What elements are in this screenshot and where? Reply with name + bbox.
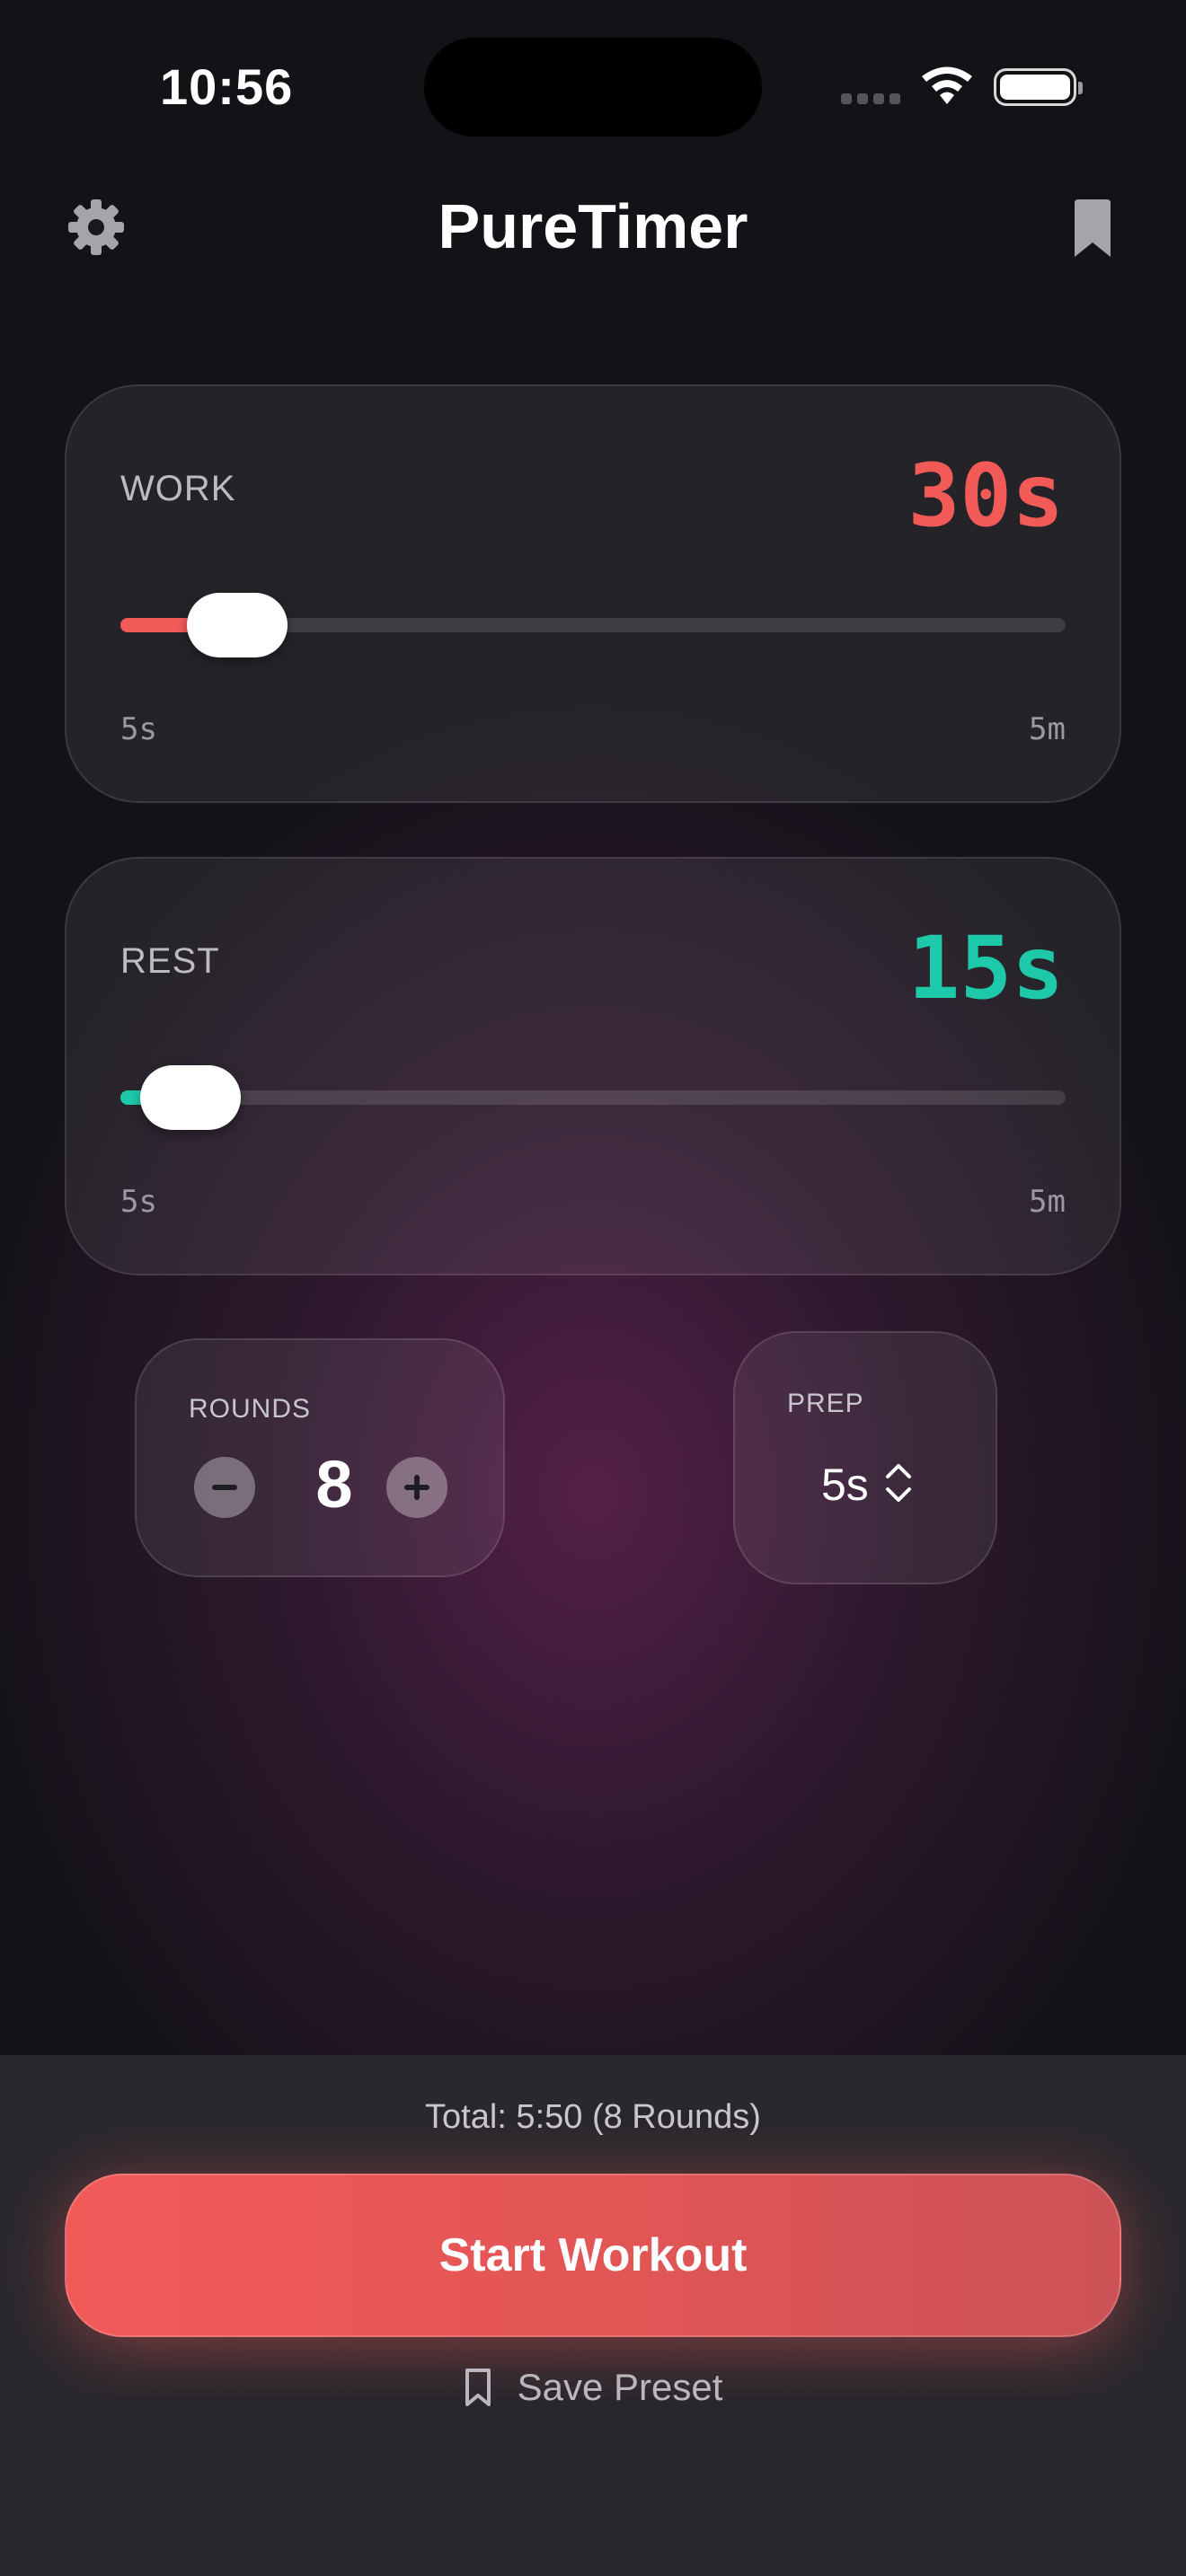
dynamic-island [424, 38, 762, 137]
rounds-increment-button[interactable] [386, 1457, 447, 1518]
work-value: 30s [907, 446, 1064, 546]
start-workout-label: Start Workout [438, 2229, 748, 2281]
save-preset-label: Save Preset [517, 2366, 723, 2408]
rest-slider-thumb[interactable] [139, 1065, 241, 1130]
work-interval-card: WORK 30s 5s 5m [65, 384, 1121, 803]
status-time: 10:56 [160, 58, 294, 115]
prep-picker[interactable]: PREP 5s [733, 1331, 997, 1584]
work-slider-thumb[interactable] [187, 593, 288, 657]
cellular-signal-icon [841, 93, 900, 104]
minus-icon [212, 1485, 237, 1490]
rounds-decrement-button[interactable] [194, 1457, 255, 1518]
rounds-value: 8 [315, 1447, 353, 1522]
battery-icon [994, 68, 1083, 106]
total-duration: Total: 5:50 (8 Rounds) [425, 2098, 761, 2136]
rest-range-min: 5s [120, 1184, 157, 1220]
work-range-min: 5s [120, 711, 157, 747]
rest-label: REST [120, 941, 220, 981]
rest-value: 15s [907, 918, 1064, 1019]
prep-label: PREP [787, 1389, 864, 1418]
prep-value: 5s [821, 1460, 869, 1510]
rest-slider[interactable] [120, 1065, 1066, 1130]
bookmark-icon[interactable] [1073, 199, 1112, 257]
rounds-label: ROUNDS [189, 1394, 312, 1424]
rounds-card: ROUNDS 8 [135, 1338, 505, 1577]
work-label: WORK [120, 469, 236, 508]
plus-icon [404, 1475, 429, 1500]
start-workout-button[interactable]: Start Workout [65, 2174, 1121, 2337]
work-slider[interactable] [120, 593, 1066, 657]
work-range-max: 5m [1029, 711, 1066, 747]
rest-range-max: 5m [1029, 1184, 1066, 1220]
timer-setup-screen: 10:56 PureTimer WORK 30s 5s 5m REST 15s … [0, 0, 1186, 2576]
bookmark-outline-icon [465, 2369, 491, 2406]
rest-interval-card: REST 15s 5s 5m [65, 857, 1121, 1275]
app-title: PureTimer [438, 191, 748, 261]
bottom-panel: Total: 5:50 (8 Rounds) Start Workout Sav… [0, 2055, 1186, 2576]
wifi-icon [922, 66, 972, 104]
save-preset-button[interactable]: Save Preset [0, 2366, 1186, 2409]
chevron-up-down-icon [886, 1464, 911, 1502]
